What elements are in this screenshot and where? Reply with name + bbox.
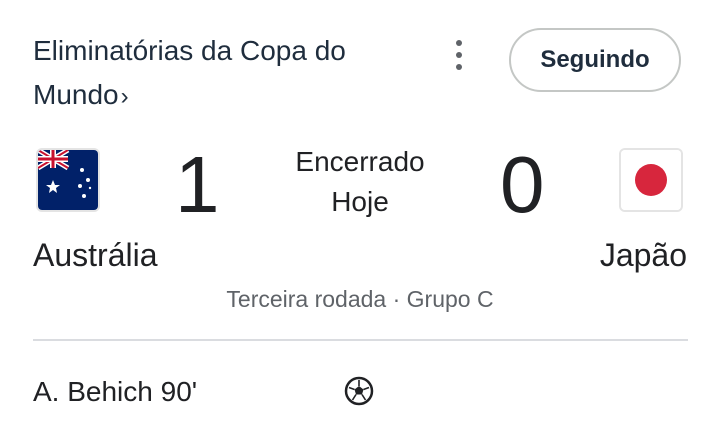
- australia-flag-icon: [38, 150, 98, 210]
- match-status: Encerrado Hoje: [260, 142, 460, 222]
- match-round: Terceira rodada · Grupo C: [226, 286, 494, 312]
- status-text: Encerrado: [295, 146, 425, 177]
- home-score: 1: [175, 140, 220, 229]
- chevron-right-icon: ›: [120, 83, 129, 110]
- match-date: Hoje: [331, 186, 389, 217]
- japan-flag-icon: [621, 150, 681, 210]
- competition-title-line2: Mundo: [33, 79, 119, 110]
- divider: [33, 339, 688, 341]
- soccer-ball-icon: [344, 376, 374, 406]
- away-score: 0: [500, 140, 545, 229]
- following-button[interactable]: Seguindo: [509, 28, 681, 92]
- competition-title[interactable]: Eliminatórias da Copa do Mundo›: [33, 29, 413, 119]
- goal-event-player: A. Behich 90': [33, 376, 198, 407]
- away-team-name[interactable]: Japão: [600, 233, 687, 277]
- competition-title-line1: Eliminatórias da Copa do: [33, 35, 346, 66]
- home-team-name[interactable]: Austrália: [33, 233, 158, 277]
- vertical-dots-icon: [456, 40, 462, 46]
- more-options-button[interactable]: [448, 40, 470, 70]
